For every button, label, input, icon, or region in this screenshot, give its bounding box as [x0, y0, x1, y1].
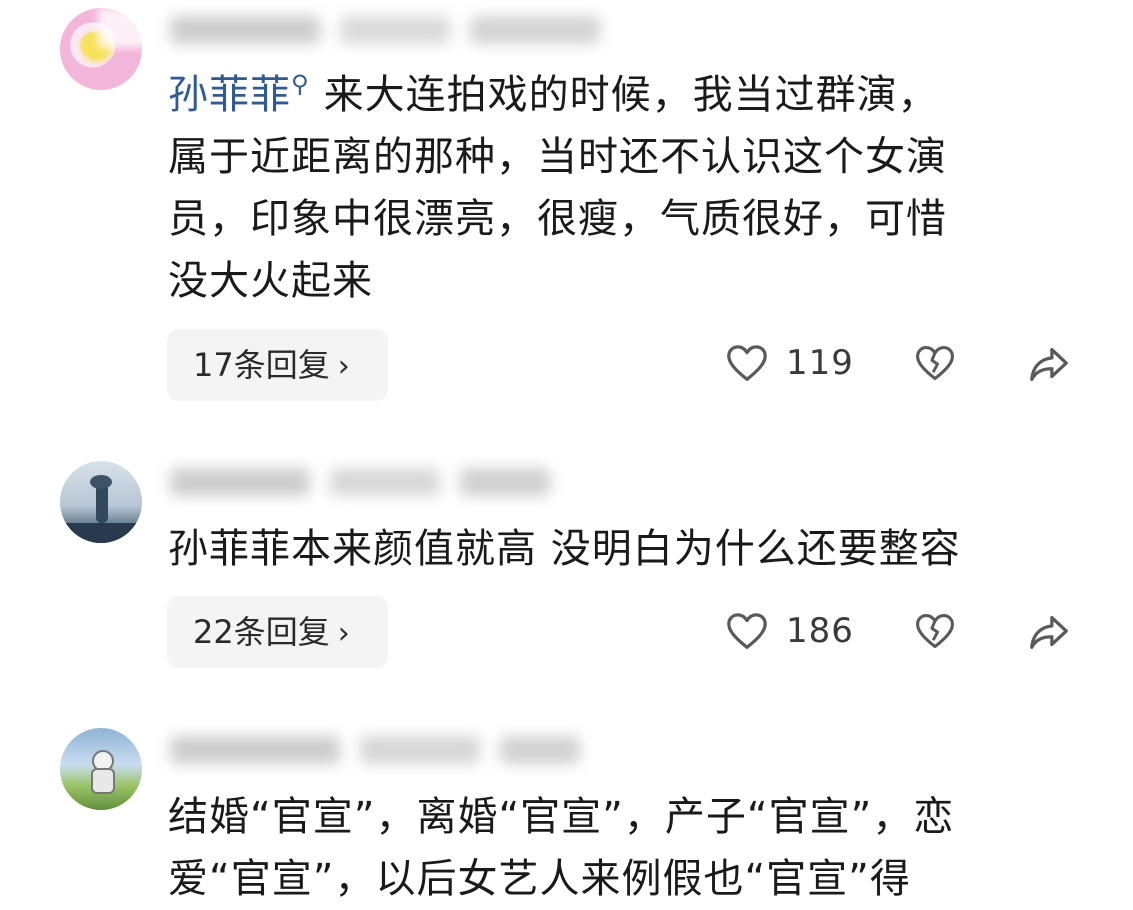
- comment-line: 结婚“官宣”，离婚“官宣”，产子“官宣”，恋: [168, 794, 955, 840]
- username-blurred[interactable]: [150, 462, 570, 502]
- broken-heart-icon: [916, 346, 954, 381]
- comment-line: 没大火起来: [168, 258, 373, 304]
- comment-line: 来大连拍戏的时候，我当过群演，: [323, 72, 939, 118]
- like-count: 186: [786, 611, 854, 651]
- avatar[interactable]: [60, 8, 142, 90]
- like-button[interactable]: 186: [724, 608, 854, 654]
- comment-text: 结婚“官宣”，离婚“官宣”，产子“官宣”，恋 爱“官宣”，以后女艺人来例假也“官…: [168, 786, 1073, 910]
- chevron-right-icon: ›: [337, 616, 350, 651]
- comment-line: 属于近距离的那种，当时还不认识这个女演: [168, 134, 947, 180]
- replies-label: 22条回复: [193, 613, 330, 651]
- username-blurred[interactable]: [150, 730, 590, 770]
- share-button[interactable]: [1026, 341, 1072, 387]
- comment-line: 孙菲菲本来颜值就高 没明白为什么还要整容: [168, 526, 961, 572]
- view-replies-button[interactable]: 22条回复 ›: [167, 596, 388, 668]
- mention-link[interactable]: 孙菲菲⚲: [168, 70, 310, 118]
- share-arrow-icon: [1030, 347, 1068, 381]
- dislike-button[interactable]: [913, 609, 957, 653]
- comment-line: 爱“官宣”，以后女艺人来例假也“官宣”得: [168, 856, 911, 902]
- like-count: 119: [786, 343, 854, 383]
- avatar[interactable]: [60, 461, 142, 543]
- avatar[interactable]: [60, 728, 142, 810]
- comment-line: 员，印象中很漂亮，很瘦，气质很好，可惜: [168, 196, 947, 242]
- heart-outline-icon: [727, 345, 767, 381]
- dislike-button[interactable]: [913, 341, 957, 385]
- search-icon: ⚲: [291, 70, 310, 98]
- share-button[interactable]: [1026, 609, 1072, 655]
- comment-text: 孙菲菲本来颜值就高 没明白为什么还要整容: [168, 518, 1073, 580]
- like-button[interactable]: 119: [724, 340, 854, 386]
- username-blurred[interactable]: [150, 10, 610, 50]
- chevron-right-icon: ›: [337, 349, 350, 384]
- broken-heart-icon: [916, 614, 954, 649]
- share-arrow-icon: [1030, 615, 1068, 649]
- comment-text: 孙菲菲⚲ 来大连拍戏的时候，我当过群演， 属于近距离的那种，当时还不认识这个女演 …: [168, 64, 1073, 312]
- view-replies-button[interactable]: 17条回复 ›: [167, 329, 388, 401]
- replies-label: 17条回复: [193, 346, 330, 384]
- heart-outline-icon: [727, 613, 767, 649]
